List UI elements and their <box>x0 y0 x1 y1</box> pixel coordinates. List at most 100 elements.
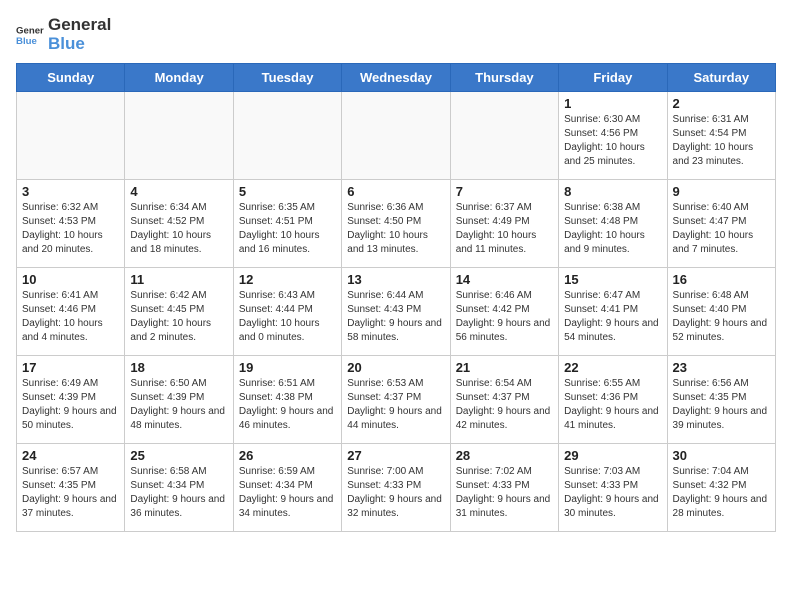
calendar-cell: 29 Sunrise: 7:03 AM Sunset: 4:33 PM Dayli… <box>559 444 667 532</box>
day-number: 2 <box>673 96 770 111</box>
day-info: Sunrise: 6:35 AM Sunset: 4:51 PM Dayligh… <box>239 201 336 257</box>
logo-icon: General Blue <box>16 21 44 49</box>
header-friday: Friday <box>559 64 667 92</box>
day-info: Sunrise: 6:54 AM Sunset: 4:37 PM Dayligh… <box>456 377 553 433</box>
calendar: SundayMondayTuesdayWednesdayThursdayFrid… <box>16 63 776 532</box>
calendar-cell: 12 Sunrise: 6:43 AM Sunset: 4:44 PM Dayli… <box>233 268 341 356</box>
day-number: 6 <box>347 184 444 199</box>
calendar-cell: 27 Sunrise: 7:00 AM Sunset: 4:33 PM Dayli… <box>342 444 450 532</box>
day-info: Sunrise: 6:41 AM Sunset: 4:46 PM Dayligh… <box>22 289 119 345</box>
day-info: Sunrise: 6:37 AM Sunset: 4:49 PM Dayligh… <box>456 201 553 257</box>
day-info: Sunrise: 7:02 AM Sunset: 4:33 PM Dayligh… <box>456 465 553 521</box>
day-number: 19 <box>239 360 336 375</box>
day-info: Sunrise: 6:46 AM Sunset: 4:42 PM Dayligh… <box>456 289 553 345</box>
calendar-cell: 19Sunrise: 6:51 AM Sunset: 4:38 PM Dayli… <box>233 356 341 444</box>
calendar-cell <box>450 92 558 180</box>
day-number: 20 <box>347 360 444 375</box>
day-number: 12 <box>239 272 336 287</box>
day-info: Sunrise: 6:44 AM Sunset: 4:43 PM Dayligh… <box>347 289 444 345</box>
day-info: Sunrise: 6:30 AM Sunset: 4:56 PM Dayligh… <box>564 113 661 169</box>
calendar-cell: 10 Sunrise: 6:41 AM Sunset: 4:46 PM Dayli… <box>17 268 125 356</box>
day-number: 30 <box>673 448 770 463</box>
calendar-cell: 21 Sunrise: 6:54 AM Sunset: 4:37 PM Dayli… <box>450 356 558 444</box>
header-thursday: Thursday <box>450 64 558 92</box>
calendar-week-2: 10 Sunrise: 6:41 AM Sunset: 4:46 PM Dayli… <box>17 268 776 356</box>
calendar-week-0: 1 Sunrise: 6:30 AM Sunset: 4:56 PM Daylig… <box>17 92 776 180</box>
day-number: 28 <box>456 448 553 463</box>
day-number: 29 <box>564 448 661 463</box>
day-info: Sunrise: 6:34 AM Sunset: 4:52 PM Dayligh… <box>130 201 227 257</box>
day-number: 16 <box>673 272 770 287</box>
calendar-cell <box>125 92 233 180</box>
calendar-cell: 26Sunrise: 6:59 AM Sunset: 4:34 PM Dayli… <box>233 444 341 532</box>
day-number: 15 <box>564 272 661 287</box>
calendar-week-3: 17Sunrise: 6:49 AM Sunset: 4:39 PM Dayli… <box>17 356 776 444</box>
header: General Blue General Blue <box>16 16 776 53</box>
calendar-cell <box>17 92 125 180</box>
calendar-cell <box>342 92 450 180</box>
header-saturday: Saturday <box>667 64 775 92</box>
day-info: Sunrise: 7:03 AM Sunset: 4:33 PM Dayligh… <box>564 465 661 521</box>
day-number: 27 <box>347 448 444 463</box>
calendar-cell: 20 Sunrise: 6:53 AM Sunset: 4:37 PM Dayli… <box>342 356 450 444</box>
calendar-cell: 22 Sunrise: 6:55 AM Sunset: 4:36 PM Dayli… <box>559 356 667 444</box>
day-info: Sunrise: 6:55 AM Sunset: 4:36 PM Dayligh… <box>564 377 661 433</box>
day-number: 1 <box>564 96 661 111</box>
calendar-cell: 11Sunrise: 6:42 AM Sunset: 4:45 PM Dayli… <box>125 268 233 356</box>
day-number: 5 <box>239 184 336 199</box>
calendar-week-4: 24 Sunrise: 6:57 AM Sunset: 4:35 PM Dayli… <box>17 444 776 532</box>
calendar-cell: 2 Sunrise: 6:31 AM Sunset: 4:54 PM Daylig… <box>667 92 775 180</box>
day-info: Sunrise: 7:00 AM Sunset: 4:33 PM Dayligh… <box>347 465 444 521</box>
calendar-cell: 18 Sunrise: 6:50 AM Sunset: 4:39 PM Dayli… <box>125 356 233 444</box>
day-number: 21 <box>456 360 553 375</box>
day-number: 24 <box>22 448 119 463</box>
day-info: Sunrise: 6:31 AM Sunset: 4:54 PM Dayligh… <box>673 113 770 169</box>
calendar-cell: 7Sunrise: 6:37 AM Sunset: 4:49 PM Daylig… <box>450 180 558 268</box>
header-sunday: Sunday <box>17 64 125 92</box>
day-number: 22 <box>564 360 661 375</box>
calendar-cell: 3 Sunrise: 6:32 AM Sunset: 4:53 PM Daylig… <box>17 180 125 268</box>
svg-text:General: General <box>16 25 44 36</box>
header-monday: Monday <box>125 64 233 92</box>
calendar-cell: 5 Sunrise: 6:35 AM Sunset: 4:51 PM Daylig… <box>233 180 341 268</box>
logo-blue: Blue <box>48 35 111 54</box>
day-info: Sunrise: 6:58 AM Sunset: 4:34 PM Dayligh… <box>130 465 227 521</box>
day-info: Sunrise: 6:47 AM Sunset: 4:41 PM Dayligh… <box>564 289 661 345</box>
calendar-cell: 15 Sunrise: 6:47 AM Sunset: 4:41 PM Dayli… <box>559 268 667 356</box>
day-info: Sunrise: 6:40 AM Sunset: 4:47 PM Dayligh… <box>673 201 770 257</box>
logo: General Blue General Blue <box>16 16 111 53</box>
day-number: 13 <box>347 272 444 287</box>
day-number: 11 <box>130 272 227 287</box>
day-number: 26 <box>239 448 336 463</box>
day-info: Sunrise: 6:38 AM Sunset: 4:48 PM Dayligh… <box>564 201 661 257</box>
calendar-cell: 1 Sunrise: 6:30 AM Sunset: 4:56 PM Daylig… <box>559 92 667 180</box>
day-number: 10 <box>22 272 119 287</box>
day-number: 4 <box>130 184 227 199</box>
day-info: Sunrise: 6:50 AM Sunset: 4:39 PM Dayligh… <box>130 377 227 433</box>
day-info: Sunrise: 6:56 AM Sunset: 4:35 PM Dayligh… <box>673 377 770 433</box>
day-info: Sunrise: 7:04 AM Sunset: 4:32 PM Dayligh… <box>673 465 770 521</box>
day-info: Sunrise: 6:57 AM Sunset: 4:35 PM Dayligh… <box>22 465 119 521</box>
calendar-cell: 13 Sunrise: 6:44 AM Sunset: 4:43 PM Dayli… <box>342 268 450 356</box>
calendar-cell <box>233 92 341 180</box>
day-info: Sunrise: 6:36 AM Sunset: 4:50 PM Dayligh… <box>347 201 444 257</box>
day-info: Sunrise: 6:48 AM Sunset: 4:40 PM Dayligh… <box>673 289 770 345</box>
calendar-cell: 23Sunrise: 6:56 AM Sunset: 4:35 PM Dayli… <box>667 356 775 444</box>
day-number: 18 <box>130 360 227 375</box>
day-info: Sunrise: 6:53 AM Sunset: 4:37 PM Dayligh… <box>347 377 444 433</box>
header-tuesday: Tuesday <box>233 64 341 92</box>
calendar-cell: 30 Sunrise: 7:04 AM Sunset: 4:32 PM Dayli… <box>667 444 775 532</box>
day-number: 14 <box>456 272 553 287</box>
calendar-cell: 17Sunrise: 6:49 AM Sunset: 4:39 PM Dayli… <box>17 356 125 444</box>
calendar-cell: 25 Sunrise: 6:58 AM Sunset: 4:34 PM Dayli… <box>125 444 233 532</box>
day-number: 25 <box>130 448 227 463</box>
logo-general: General <box>48 16 111 35</box>
day-info: Sunrise: 6:32 AM Sunset: 4:53 PM Dayligh… <box>22 201 119 257</box>
day-info: Sunrise: 6:43 AM Sunset: 4:44 PM Dayligh… <box>239 289 336 345</box>
svg-text:Blue: Blue <box>16 35 37 46</box>
calendar-cell: 24 Sunrise: 6:57 AM Sunset: 4:35 PM Dayli… <box>17 444 125 532</box>
day-number: 3 <box>22 184 119 199</box>
day-number: 9 <box>673 184 770 199</box>
calendar-week-1: 3 Sunrise: 6:32 AM Sunset: 4:53 PM Daylig… <box>17 180 776 268</box>
calendar-cell: 16 Sunrise: 6:48 AM Sunset: 4:40 PM Dayli… <box>667 268 775 356</box>
